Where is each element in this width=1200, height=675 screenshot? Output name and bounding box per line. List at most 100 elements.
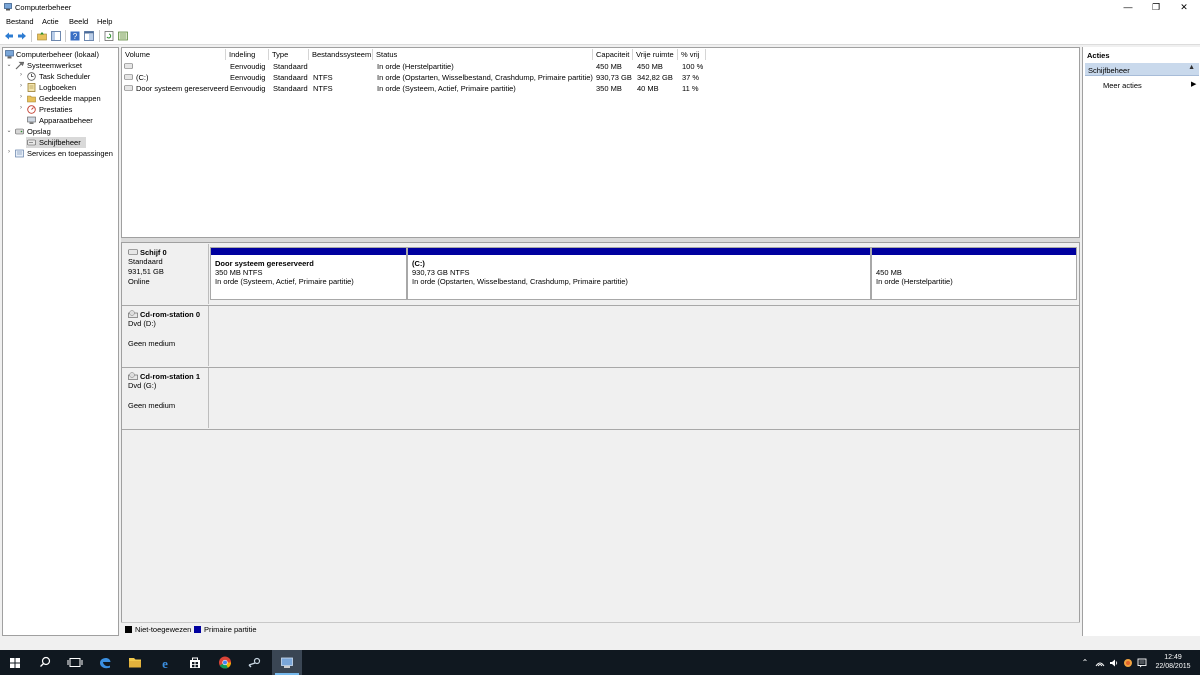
menu-help[interactable]: Help <box>97 17 112 26</box>
menu-beeld[interactable]: Beeld <box>69 17 88 26</box>
partition-system-reserved[interactable]: Door systeem gereserveerd 350 MB NTFS In… <box>210 247 407 300</box>
device-manager-icon <box>27 116 36 124</box>
column-header-pct-vrij[interactable]: % vrij <box>678 49 706 60</box>
search-icon[interactable] <box>30 650 60 675</box>
properties-icon[interactable] <box>84 31 94 41</box>
help-icon[interactable]: ? <box>70 31 80 41</box>
expander-icon[interactable]: › <box>6 149 12 155</box>
expander-icon[interactable]: › <box>18 105 24 111</box>
steam-icon[interactable] <box>240 650 270 675</box>
chrome-icon[interactable] <box>210 650 240 675</box>
cell-vrije-ruimte: 40 MB <box>637 84 659 93</box>
collapse-arrow-icon[interactable]: ▲ <box>1188 64 1195 71</box>
computer-management-taskbar-button[interactable] <box>272 650 302 675</box>
cell-bestandssysteem: NTFS <box>313 73 333 82</box>
forward-arrow-icon[interactable] <box>17 31 27 41</box>
disk-name: Cd-rom-station 1 <box>140 372 200 381</box>
expander-icon[interactable]: ⌄ <box>6 127 12 134</box>
tree-item-services[interactable]: › Services en toepassingen <box>3 148 118 159</box>
close-button[interactable]: ✕ <box>1170 0 1198 14</box>
tree-item-computer-management[interactable]: Computerbeheer (lokaal) <box>3 49 118 60</box>
store-icon[interactable] <box>180 650 210 675</box>
menu-bestand[interactable]: Bestand <box>6 17 34 26</box>
column-header-vrije-ruimte[interactable]: Vrije ruimte <box>633 49 678 60</box>
maximize-button[interactable]: ❐ <box>1142 0 1170 14</box>
edge-icon[interactable] <box>90 650 120 675</box>
show-hide-tree-icon[interactable] <box>51 31 61 41</box>
column-header-bestandssysteem[interactable]: Bestandssysteem <box>309 49 373 60</box>
tree-label: Gedeelde mappen <box>39 94 101 103</box>
disk-media: Geen medium <box>128 339 176 348</box>
drive-icon <box>124 63 133 69</box>
cell-vrije-ruimte: 450 MB <box>637 62 663 71</box>
tree-item-task-scheduler[interactable]: › Task Scheduler <box>3 71 118 82</box>
export-icon[interactable] <box>118 31 128 41</box>
partition-status: In orde (Herstelpartitie) <box>876 277 953 286</box>
internet-explorer-icon[interactable]: e <box>150 650 180 675</box>
volume-icon[interactable] <box>1109 658 1119 668</box>
cell-indeling: Eenvoudig <box>230 73 266 82</box>
actions-section-schijfbeheer[interactable]: Schijfbeheer ▲ <box>1085 63 1199 76</box>
toolbar-separator <box>31 30 32 42</box>
tree-label: Systeemwerkset <box>27 61 83 70</box>
column-header-indeling[interactable]: Indeling <box>226 49 269 60</box>
keyboard-icon[interactable] <box>1123 658 1133 668</box>
action-center-icon[interactable] <box>1137 658 1147 668</box>
toolbar: ? <box>0 27 1200 45</box>
column-header-capaciteit[interactable]: Capaciteit <box>593 49 633 60</box>
tree-item-opslag[interactable]: ⌄ Opslag <box>3 126 118 137</box>
minimize-button[interactable]: — <box>1114 0 1142 14</box>
refresh-icon[interactable] <box>104 31 114 41</box>
partition-size: 350 MB NTFS <box>215 268 263 277</box>
column-header-status[interactable]: Status <box>373 49 593 60</box>
status-bar <box>0 636 1200 650</box>
disk-size: 931,51 GB <box>128 267 164 276</box>
back-arrow-icon[interactable] <box>4 31 14 41</box>
more-actions-link[interactable]: Meer acties <box>1103 81 1142 90</box>
disk-label[interactable]: Schijf 0 Standaard 931,51 GB Online <box>123 244 209 304</box>
network-icon[interactable] <box>1095 658 1105 668</box>
tree-item-gedeelde-mappen[interactable]: › Gedeelde mappen <box>3 93 118 104</box>
column-header-volume[interactable]: Volume <box>122 49 226 60</box>
partition-c[interactable]: (C:) 930,73 GB NTFS In orde (Opstarten, … <box>407 247 871 300</box>
expander-icon[interactable]: › <box>18 72 24 78</box>
tree-label: Services en toepassingen <box>27 149 113 158</box>
disk-label[interactable]: Cd-rom-station 0 Dvd (D:) Geen medium <box>123 306 209 366</box>
tree-label: Task Scheduler <box>39 72 91 81</box>
title-bar[interactable]: Computerbeheer — ❐ ✕ <box>0 0 1200 14</box>
tree-item-systeemwerkset[interactable]: ⌄ Systeemwerkset <box>3 60 118 71</box>
svg-text:e: e <box>162 656 168 671</box>
task-view-icon[interactable] <box>60 650 90 675</box>
disk-state: Online <box>128 277 150 286</box>
cell-status: In orde (Systeem, Actief, Primaire parti… <box>377 84 516 93</box>
cell-pct-vrij: 37 % <box>682 73 700 82</box>
expander-icon[interactable]: › <box>18 83 24 89</box>
cell-vrije-ruimte: 342,82 GB <box>637 73 673 82</box>
svg-text:?: ? <box>73 32 78 41</box>
tree-item-schijfbeheer[interactable]: Schijfbeheer <box>26 137 86 148</box>
disk-map: Schijf 0 Standaard 931,51 GB Online Door… <box>121 242 1080 626</box>
tree-item-apparaatbeheer[interactable]: Apparaatbeheer <box>3 115 118 126</box>
primary-partition-bar <box>408 248 870 255</box>
windows-start-icon[interactable] <box>0 650 30 675</box>
folder-up-icon[interactable] <box>37 31 47 41</box>
computer-management-window: Computerbeheer — ❐ ✕ Bestand Actie Beeld… <box>0 0 1200 650</box>
tree-item-logboeken[interactable]: › Logboeken <box>3 82 118 93</box>
system-tools-icon <box>15 61 24 70</box>
cell-status: In orde (Opstarten, Wisselbestand, Crash… <box>377 73 593 82</box>
submenu-arrow-icon[interactable]: ▶ <box>1191 80 1196 88</box>
taskbar-clock[interactable]: 12:49 22/08/2015 <box>1152 653 1194 671</box>
clock-time: 12:49 <box>1164 654 1182 661</box>
disk-label[interactable]: Cd-rom-station 1 Dvd (G:) Geen medium <box>123 368 209 428</box>
column-header-type[interactable]: Type <box>269 49 309 60</box>
partition-title: Door systeem gereserveerd <box>215 259 314 268</box>
partition-size: 930,73 GB NTFS <box>412 268 470 277</box>
file-explorer-icon[interactable] <box>120 650 150 675</box>
shared-folder-icon <box>27 95 36 103</box>
show-hidden-icons-chevron[interactable]: ⌃ <box>1080 658 1090 668</box>
tree-item-prestaties[interactable]: › Prestaties <box>3 104 118 115</box>
menu-actie[interactable]: Actie <box>42 17 59 26</box>
expander-icon[interactable]: ⌄ <box>6 61 12 68</box>
expander-icon[interactable]: › <box>18 94 24 100</box>
partition-recovery[interactable]: 450 MB In orde (Herstelpartitie) <box>871 247 1077 300</box>
